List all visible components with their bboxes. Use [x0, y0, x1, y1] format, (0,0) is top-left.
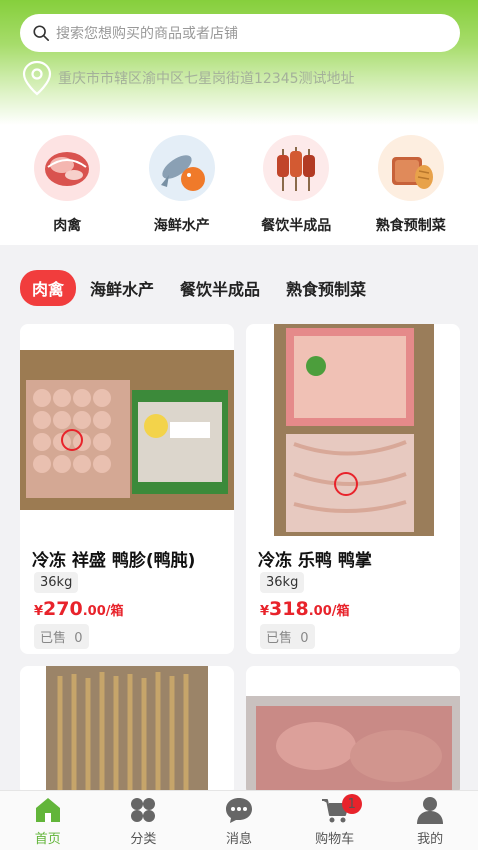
location-pin-icon — [22, 60, 52, 96]
bottom-tab-bar: 首页 分类 消息 1 购物车 我的 — [0, 790, 478, 850]
tab-prepared-food[interactable]: 熟食预制菜 — [286, 276, 366, 300]
product-spec: 36kg — [34, 572, 79, 593]
sold-count: 已售 0 — [260, 624, 315, 649]
category-label: 海鲜水产 — [153, 218, 210, 234]
seafood-icon — [148, 135, 215, 201]
product-card[interactable] — [246, 666, 460, 796]
address-text: 重庆市市辖区渝中区七星岗街道12345测试地址 — [58, 71, 355, 87]
product-image — [46, 666, 208, 796]
search-icon — [33, 25, 50, 42]
product-card[interactable]: 冷冻 祥盛 鸭胗(鸭肫) 36kg ¥270.00/箱 已售 0 — [20, 324, 234, 654]
product-image — [20, 350, 234, 550]
product-name: 冷冻 祥盛 鸭胗(鸭肫) — [32, 551, 196, 571]
category-prepared-food[interactable]: 熟食预制菜 — [361, 135, 461, 245]
tab-label: 分类 — [130, 832, 157, 847]
product-name: 冷冻 乐鸭 鸭掌 — [258, 551, 372, 571]
tab-category[interactable]: 分类 — [96, 791, 192, 850]
tab-label: 购物车 — [315, 832, 355, 847]
meat-icon — [34, 135, 101, 201]
category-shortcuts: 肉禽 海鲜水产 餐饮半成品 熟食预制菜 — [0, 125, 478, 245]
tab-label: 首页 — [34, 832, 61, 847]
sold-count: 已售 0 — [34, 624, 89, 649]
category-semi-finished[interactable]: 餐饮半成品 — [246, 135, 346, 245]
bread-icon — [377, 135, 444, 201]
tab-message[interactable]: 消息 — [191, 791, 287, 850]
tab-semi-finished[interactable]: 餐饮半成品 — [180, 276, 260, 300]
product-image — [246, 696, 460, 796]
category-meat[interactable]: 肉禽 — [17, 135, 117, 245]
category-label: 肉禽 — [53, 218, 82, 234]
product-image — [274, 324, 434, 536]
product-price: ¥318.00/箱 — [260, 598, 350, 620]
delivery-address[interactable]: 重庆市市辖区渝中区七星岗街道12345测试地址 — [22, 60, 355, 96]
category-icon — [131, 798, 156, 822]
search-bar[interactable]: 搜索您想购买的商品或者店铺 — [20, 14, 460, 52]
category-tabs: 肉禽 海鲜水产 餐饮半成品 熟食预制菜 — [20, 270, 392, 306]
tab-meat[interactable]: 肉禽 — [20, 270, 77, 306]
tab-seafood[interactable]: 海鲜水产 — [90, 276, 154, 300]
tab-cart[interactable]: 1 购物车 — [287, 791, 383, 850]
message-icon — [225, 798, 252, 823]
search-placeholder: 搜索您想购买的商品或者店铺 — [56, 26, 238, 42]
home-icon — [35, 798, 60, 822]
product-card[interactable] — [20, 666, 234, 796]
skewer-icon — [263, 135, 330, 201]
product-price: ¥270.00/箱 — [34, 598, 124, 620]
category-seafood[interactable]: 海鲜水产 — [132, 135, 232, 245]
header-banner: 搜索您想购买的商品或者店铺 重庆市市辖区渝中区七星岗街道12345测试地址 — [0, 0, 478, 125]
product-spec: 36kg — [260, 572, 305, 593]
tab-label: 我的 — [417, 832, 444, 847]
product-card[interactable]: 冷冻 乐鸭 鸭掌 36kg ¥318.00/箱 已售 0 — [246, 324, 460, 654]
tab-label: 消息 — [225, 832, 252, 847]
tab-home[interactable]: 首页 — [0, 791, 96, 850]
category-label: 熟食预制菜 — [375, 218, 446, 234]
user-icon — [417, 797, 444, 824]
tab-profile[interactable]: 我的 — [382, 791, 478, 850]
cart-badge: 1 — [341, 794, 362, 814]
category-label: 餐饮半成品 — [261, 218, 332, 234]
